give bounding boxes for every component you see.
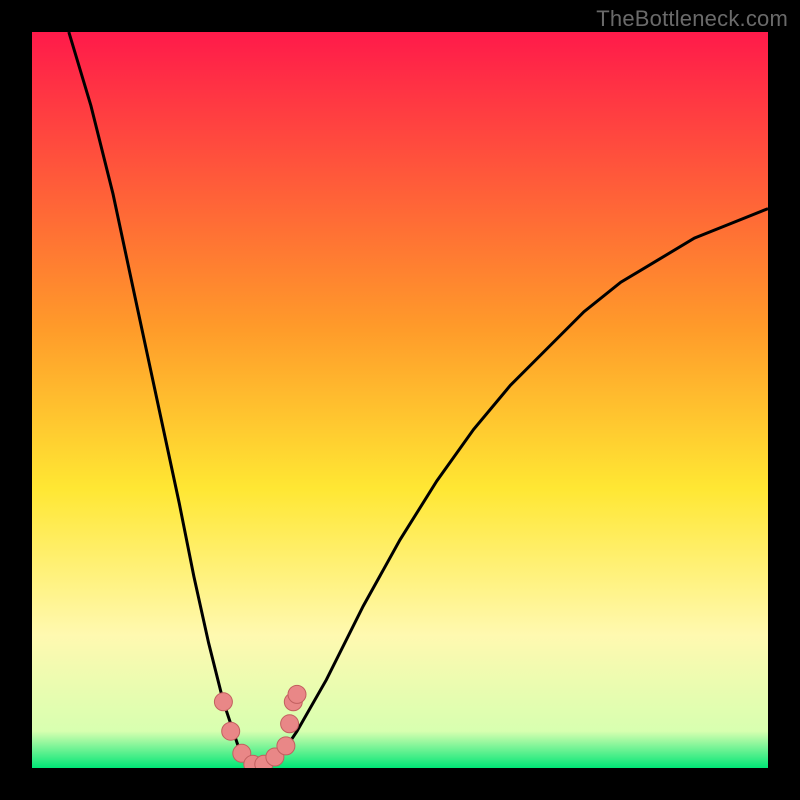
data-marker	[281, 715, 299, 733]
bottleneck-chart	[32, 32, 768, 768]
data-marker	[277, 737, 295, 755]
data-marker	[222, 722, 240, 740]
chart-frame: TheBottleneck.com	[0, 0, 800, 800]
watermark-text: TheBottleneck.com	[596, 6, 788, 32]
gradient-background	[32, 32, 768, 768]
plot-area	[32, 32, 768, 768]
data-marker	[214, 693, 232, 711]
data-marker	[288, 685, 306, 703]
